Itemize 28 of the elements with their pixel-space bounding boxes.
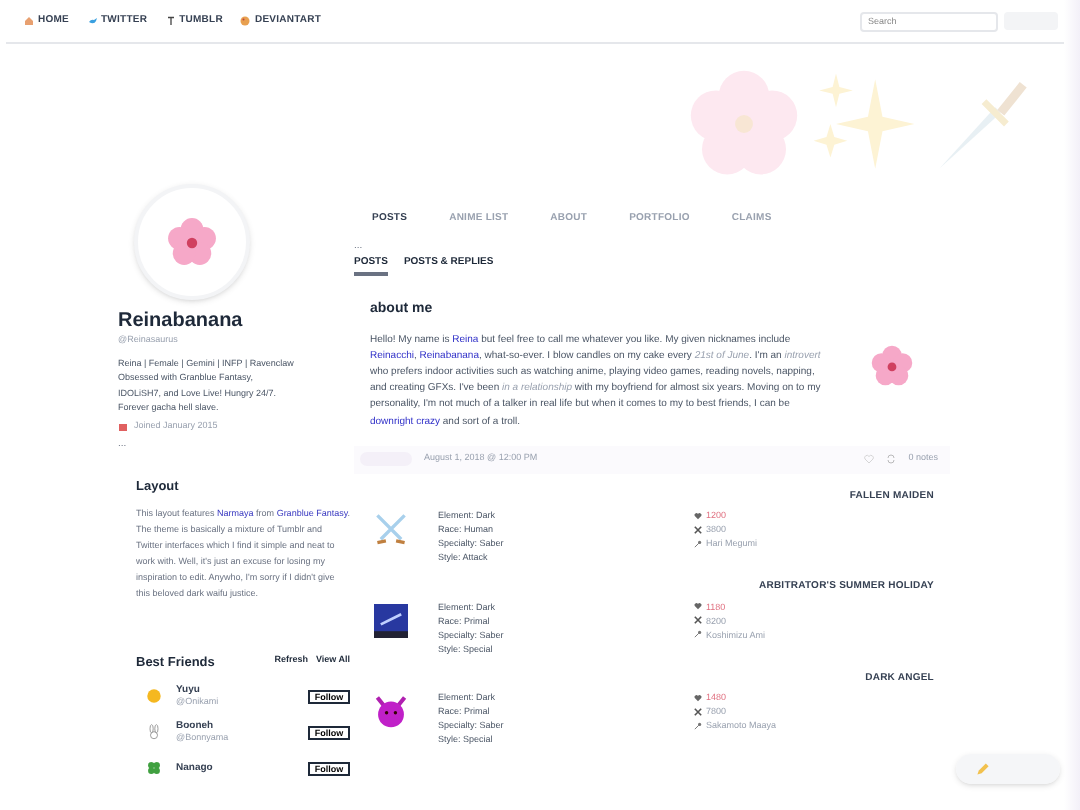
swords-icon (694, 707, 702, 716)
calendar-icon (118, 421, 128, 432)
devil-face-icon (374, 694, 408, 729)
sun-icon (146, 688, 162, 704)
heart-icon (694, 511, 702, 520)
pencil-icon (976, 762, 990, 776)
heart-icon (694, 602, 702, 611)
picture-icon (374, 603, 408, 638)
swords-icon (694, 616, 702, 625)
microphone-icon (694, 721, 702, 730)
palette-icon (240, 16, 251, 26)
heart-icon (694, 693, 702, 702)
swords-icon (694, 525, 702, 534)
crossed-swords-icon (374, 512, 408, 547)
microphone-icon (694, 539, 702, 548)
microphone-icon (694, 630, 702, 639)
house-icon (24, 16, 34, 26)
bunny-icon (146, 724, 162, 740)
clover-icon (146, 760, 162, 776)
profile-name: Reinabanana (118, 310, 245, 334)
flower-icon (870, 344, 914, 388)
ask-button[interactable] (956, 754, 1060, 784)
flower-icon (166, 216, 218, 268)
letter-t-icon (165, 16, 176, 26)
heart-icon (864, 454, 875, 465)
bird-icon (87, 16, 97, 26)
reblog-icon (886, 454, 897, 465)
flower-icon (688, 68, 800, 180)
